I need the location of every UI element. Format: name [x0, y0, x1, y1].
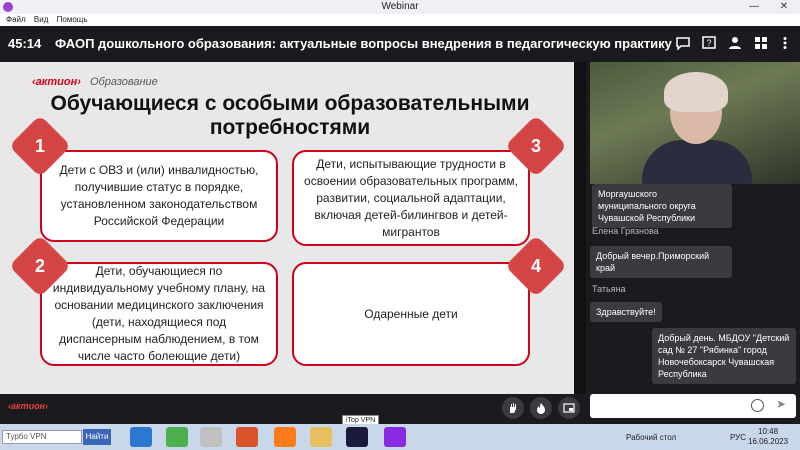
slide-side-strip — [574, 62, 586, 394]
slide-brand-subtitle: Образование — [90, 76, 158, 88]
number-badge-1-label: 1 — [34, 135, 45, 156]
slide-card-2: Дети, обучающиеся по индивидуальному уче… — [40, 262, 278, 366]
chat-message-1: Моргаушского муниципального округа Чуваш… — [592, 184, 732, 228]
slide-card-1-text: Дети с ОВЗ и (или) инвалидностью, получи… — [59, 163, 259, 228]
participants-icon[interactable] — [726, 34, 744, 52]
slide-brand-logo: ‹актион› — [32, 76, 81, 88]
chat-bubble-icon[interactable] — [674, 34, 692, 52]
picture-in-picture-icon[interactable] — [558, 397, 580, 419]
itop-vpn-icon[interactable] — [346, 427, 368, 447]
webinar-timer: 45:14 — [8, 36, 42, 51]
chat-author-2: Елена Грязнова — [592, 226, 659, 236]
chat-message-4: Добрый день. МБДОУ "Детский сад № 27 "Ря… — [652, 328, 796, 384]
menu-help[interactable]: Помощь — [57, 14, 88, 26]
emoji-icon[interactable] — [751, 399, 764, 412]
webinar-title: ФАОП дошкольного образования: актуальные… — [55, 36, 672, 51]
footer-brand-logo: ‹актион› — [8, 401, 48, 411]
taskbar: Турбо VPN Найти Рабочий стол РУС 10:48 1… — [0, 424, 800, 450]
slide-card-3: Дети, испытывающие трудности в освоении … — [292, 150, 530, 246]
ie-icon[interactable] — [130, 427, 152, 447]
svg-text:?: ? — [706, 38, 711, 48]
taskbar-search-input[interactable]: Турбо VPN — [2, 430, 82, 444]
slide-card-4-text: Одаренные дети — [364, 306, 458, 321]
window-titlebar: Webinar — ✕ — [0, 0, 800, 14]
system-clock[interactable]: 10:48 16.06.2023 — [748, 427, 788, 447]
grid-view-icon[interactable] — [752, 34, 770, 52]
speaker-hair — [664, 72, 728, 112]
number-badge-3-label: 3 — [530, 135, 541, 156]
reaction-flame-icon[interactable] — [530, 397, 552, 419]
language-indicator[interactable]: РУС — [730, 433, 746, 442]
slide-title: Обучающиеся с особыми образовательными п… — [50, 92, 530, 139]
minimize-button[interactable]: — — [742, 0, 766, 14]
window-title: Webinar — [381, 1, 419, 12]
speaker-body — [642, 140, 752, 184]
slide-card-1: Дети с ОВЗ и (или) инвалидностью, получи… — [40, 150, 278, 242]
chrome-icon[interactable] — [166, 427, 188, 447]
taskbar-search-button[interactable]: Найти — [83, 429, 111, 445]
send-icon[interactable]: ➤ — [776, 397, 786, 411]
menu-bar: Файл Вид Помощь — [0, 14, 800, 26]
clock-time: 10:48 — [758, 427, 779, 436]
question-icon[interactable]: ? — [700, 34, 718, 52]
chat-message-3: Здравствуйте! — [590, 302, 662, 322]
folder-icon[interactable] — [310, 427, 332, 447]
menu-view[interactable]: Вид — [34, 14, 48, 26]
firefox-icon[interactable] — [274, 427, 296, 447]
chat-input[interactable]: ➤ — [590, 394, 796, 418]
more-menu-icon[interactable] — [776, 34, 794, 52]
app-icon-3[interactable] — [200, 427, 222, 447]
clock-date: 16.06.2023 — [748, 437, 789, 446]
powerpoint-icon[interactable] — [236, 427, 258, 447]
presentation-slide: ‹актион› Образование Обучающиеся с особы… — [0, 62, 574, 394]
chat-panel: Моргаушского муниципального округа Чуваш… — [586, 184, 800, 394]
chat-message-2: Добрый вечер.Приморский край — [590, 246, 732, 278]
chat-author-3: Татьяна — [592, 284, 626, 294]
slide-card-3-text: Дети, испытывающие трудности в освоении … — [304, 156, 518, 239]
number-badge-4-label: 4 — [530, 255, 541, 276]
close-button[interactable]: ✕ — [772, 0, 796, 14]
raise-hand-icon[interactable] — [502, 397, 524, 419]
player-controls: ‹актион› — [0, 394, 586, 422]
number-badge-2-label: 2 — [34, 255, 45, 276]
webinar-app-icon[interactable] — [384, 427, 406, 447]
menu-file[interactable]: Файл — [6, 14, 26, 26]
slide-card-2-text: Дети, обучающиеся по индивидуальному уче… — [52, 264, 266, 363]
slide-card-4: Одаренные дети — [292, 262, 530, 366]
webinar-header: 45:14 ФАОП дошкольного образования: акту… — [0, 26, 800, 60]
speaker-video — [590, 62, 800, 184]
desktop-label[interactable]: Рабочий стол — [626, 433, 676, 442]
